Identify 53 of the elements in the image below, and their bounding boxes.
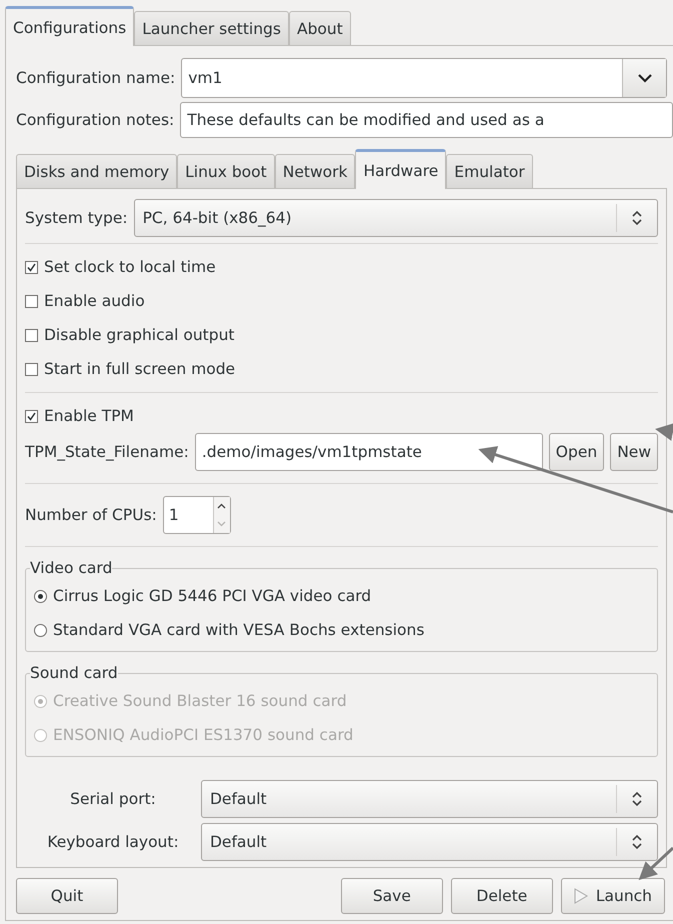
dropdown-select[interactable]: Default — [201, 822, 658, 860]
field-label: TPM_State_Filename: — [25, 443, 189, 461]
file-button[interactable]: New — [610, 433, 658, 471]
checkbox[interactable]: Enable TPM — [25, 399, 658, 433]
radio-option[interactable]: Cirrus Logic GD 5446 PCI VGA video card — [34, 579, 649, 613]
annotation-arrow — [638, 846, 673, 880]
field-label: Configuration name: — [16, 69, 176, 87]
up-down-icon — [631, 832, 643, 850]
increment-button[interactable] — [214, 497, 230, 515]
checkbox-label: Disable graphical output — [44, 326, 234, 344]
up-down-icon — [631, 790, 643, 808]
checkbox[interactable]: Set clock to local time — [25, 250, 658, 284]
field-label: Number of CPUs: — [25, 506, 157, 524]
group-title: Sound card — [30, 664, 118, 682]
chevron-down-icon — [217, 521, 226, 527]
tab[interactable]: Launcher settings — [134, 11, 289, 45]
notes-field[interactable]: These defaults can be modified and used as a — [180, 102, 673, 138]
tab[interactable]: Hardware — [355, 149, 446, 189]
field-label: System type: — [25, 209, 128, 227]
file-button[interactable]: Open — [548, 433, 604, 471]
checkbox-label: Enable TPM — [44, 407, 134, 425]
tab[interactable]: Configurations — [5, 6, 134, 46]
action-button[interactable]: Delete — [450, 878, 553, 914]
tab[interactable]: Linux boot — [177, 154, 275, 188]
tab[interactable]: About — [288, 11, 351, 45]
checkbox[interactable]: Enable audio — [25, 284, 658, 318]
field-label: Configuration notes: — [16, 111, 174, 129]
tab[interactable]: Emulator — [446, 154, 533, 188]
filename-field[interactable]: .demo/images/vm1tpmstate — [194, 433, 543, 471]
dropdown-select[interactable]: Default — [201, 780, 658, 818]
tab[interactable]: Disks and memory — [16, 154, 178, 188]
action-button[interactable]: Launch — [560, 878, 665, 914]
action-button[interactable]: Quit — [16, 878, 118, 914]
up-down-icon — [631, 209, 643, 227]
radio-option[interactable]: Standard VGA card with VESA Bochs extensions — [34, 613, 649, 647]
chevron-down-icon — [636, 73, 652, 83]
chevron-up-icon — [217, 503, 226, 509]
checkbox-label: Set clock to local time — [44, 258, 216, 276]
play-icon — [574, 888, 588, 904]
checkbox-label: Start in full screen mode — [44, 360, 236, 378]
system-type-select[interactable]: PC, 64-bit (x86_64) — [134, 199, 658, 237]
annotation-arrow — [655, 423, 673, 441]
configuration-combo[interactable]: vm1 — [181, 58, 667, 98]
action-button[interactable]: Save — [340, 878, 443, 914]
group-title: Video card — [30, 559, 112, 577]
field-label: Serial port: — [70, 790, 156, 808]
tab[interactable]: Network — [274, 154, 356, 188]
cpu-spinbox[interactable]: 1 — [162, 496, 231, 534]
checkbox-label: Enable audio — [44, 292, 145, 310]
checkbox[interactable]: Disable graphical output — [25, 318, 658, 352]
checkbox[interactable]: Start in full screen mode — [25, 352, 658, 386]
dropdown-button[interactable] — [622, 59, 666, 97]
field-label: Keyboard layout: — [47, 832, 179, 850]
